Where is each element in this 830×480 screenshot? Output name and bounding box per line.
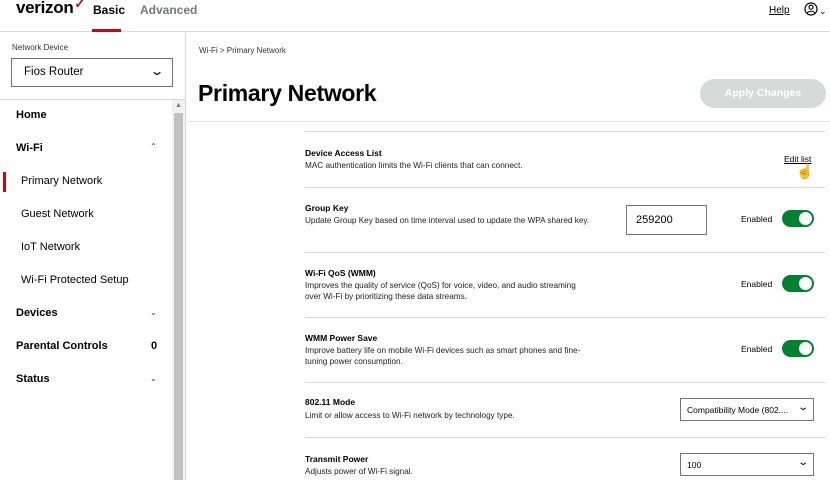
checkmark-icon: ✓ [74, 0, 86, 11]
setting-title: Device Access List [305, 148, 382, 158]
setting-title: Group Key [305, 203, 349, 213]
chevron-down-icon[interactable]: ⌄ [150, 374, 157, 383]
network-device-select[interactable]: Fios Router ⌄ [11, 58, 173, 87]
active-tab-indicator [92, 29, 121, 32]
wifi-mode-value: Compatibility Mode (802.... [687, 405, 789, 415]
transmit-power-select[interactable]: 100 ⌄ [680, 453, 814, 476]
user-account-icon[interactable] [804, 2, 818, 19]
setting-description: Update Group Key based on time interval … [305, 216, 590, 225]
scroll-up-arrow-icon[interactable]: ▲ [175, 102, 182, 109]
sidebar: Network Device Fios Router ⌄ Home Wi-Fi … [0, 33, 186, 480]
setting-title: 802.11 Mode [305, 397, 356, 407]
wifi-mode-select[interactable]: Compatibility Mode (802.... ⌄ [680, 398, 814, 421]
wmm-power-save-toggle[interactable] [782, 340, 814, 357]
sidebar-item-iot-network[interactable]: IoT Network [21, 241, 80, 253]
sidebar-item-devices[interactable]: Devices [16, 307, 58, 319]
group-key-toggle[interactable] [782, 210, 814, 227]
row-divider [305, 382, 825, 383]
logo-text: verizon [16, 0, 74, 17]
sidebar-item-status[interactable]: Status [16, 373, 50, 385]
sidebar-item-wifi-protected-setup[interactable]: Wi-Fi Protected Setup [21, 274, 129, 286]
parental-controls-count: 0 [151, 340, 158, 352]
divider [0, 99, 186, 100]
setting-description: MAC authentication limits the Wi-Fi clie… [305, 161, 523, 170]
row-divider [305, 317, 825, 318]
group-key-interval-input[interactable]: 259200 [626, 205, 707, 235]
setting-description: Improves the quality of service (QoS) fo… [305, 281, 576, 301]
wifi-qos-toggle[interactable] [782, 275, 814, 292]
sidebar-item-wifi[interactable]: Wi-Fi [16, 142, 43, 154]
transmit-power-value: 100 [687, 460, 702, 470]
toggle-state-label: Enabled [741, 214, 773, 224]
sidebar-item-parental-controls[interactable]: Parental Controls [16, 340, 108, 352]
toggle-state-label: Enabled [741, 344, 773, 354]
top-bar: verizon✓ Basic Advanced Help ⌄ [0, 0, 830, 32]
user-icon [804, 2, 818, 16]
sidebar-item-guest-network[interactable]: Guest Network [21, 208, 94, 220]
active-item-indicator [3, 172, 6, 192]
setting-description: Adjusts power of Wi-Fi signal. [305, 467, 413, 476]
page-title: Primary Network [198, 80, 377, 106]
router-app: verizon✓ Basic Advanced Help ⌄ Network D… [0, 0, 830, 480]
scrollbar-thumb[interactable] [174, 113, 183, 480]
chevron-down-icon[interactable]: ⌄ [150, 308, 157, 317]
setting-title: Transmit Power [305, 454, 369, 464]
sidebar-item-primary-network[interactable]: Primary Network [21, 175, 102, 187]
row-divider [305, 187, 825, 188]
row-divider [305, 131, 825, 132]
verizon-logo[interactable]: verizon✓ [16, 0, 85, 18]
breadcrumb[interactable]: Wi-Fi > Primary Network [199, 46, 286, 55]
hand-cursor-icon: ☝ [796, 163, 814, 179]
chevron-down-icon[interactable]: ⌄ [819, 6, 827, 17]
help-link[interactable]: Help [769, 5, 790, 16]
network-device-label: Network Device [12, 43, 69, 52]
setting-description: Limit or allow access to Wi-Fi network b… [305, 411, 515, 420]
tab-basic[interactable]: Basic [93, 3, 125, 17]
divider [187, 121, 830, 122]
toggle-state-label: Enabled [741, 279, 773, 289]
sidebar-item-home[interactable]: Home [16, 109, 47, 121]
row-divider [305, 252, 825, 253]
chevron-up-icon[interactable]: ⌃ [150, 142, 157, 151]
tab-advanced[interactable]: Advanced [140, 3, 197, 17]
setting-title: Wi-Fi QoS (WMM) [305, 268, 376, 278]
chevron-down-icon: ⌄ [796, 402, 809, 413]
apply-changes-button[interactable]: Apply Changes [700, 79, 826, 108]
chevron-down-icon: ⌄ [796, 457, 809, 468]
network-device-value: Fios Router [24, 66, 84, 78]
setting-title: WMM Power Save [305, 333, 378, 343]
row-divider [305, 437, 825, 438]
setting-description: Improve battery life on mobile Wi-Fi dev… [305, 346, 581, 366]
chevron-down-icon: ⌄ [149, 64, 165, 78]
